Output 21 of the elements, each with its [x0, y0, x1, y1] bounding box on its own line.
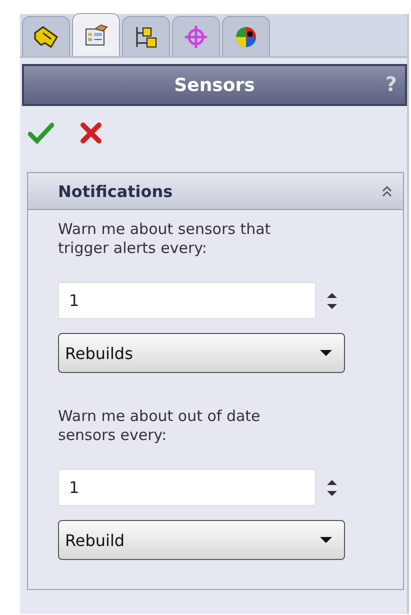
setting-label: Warn me about sensors that trigger alerts every:	[58, 220, 272, 258]
property-sheet-icon	[83, 23, 109, 47]
panel-tab[interactable]	[122, 16, 170, 56]
group-header[interactable]: Notifications	[28, 173, 403, 210]
panel-tab[interactable]	[72, 13, 120, 56]
unit-dropdown[interactable]: Rebuilds	[58, 333, 345, 373]
ok-check-icon[interactable]	[28, 122, 54, 144]
unit-dropdown[interactable]: Rebuild	[58, 520, 345, 560]
dropdown-arrow-icon[interactable]	[320, 349, 332, 357]
part-icon	[33, 24, 59, 48]
number-field[interactable]: 1	[58, 469, 316, 506]
collapse-chevron-icon[interactable]	[381, 185, 393, 197]
crosshair-icon	[183, 24, 209, 48]
panel-title: Sensors	[174, 74, 255, 96]
group-title: Notifications	[58, 182, 173, 200]
number-field[interactable]: 1	[58, 282, 316, 319]
color-ball-icon	[233, 24, 259, 48]
dropdown-arrow-icon[interactable]	[320, 536, 332, 544]
cancel-x-icon[interactable]	[80, 122, 102, 144]
setting-label: Warn me about out of date sensors every:	[58, 407, 262, 445]
panel-tab[interactable]	[22, 16, 70, 56]
